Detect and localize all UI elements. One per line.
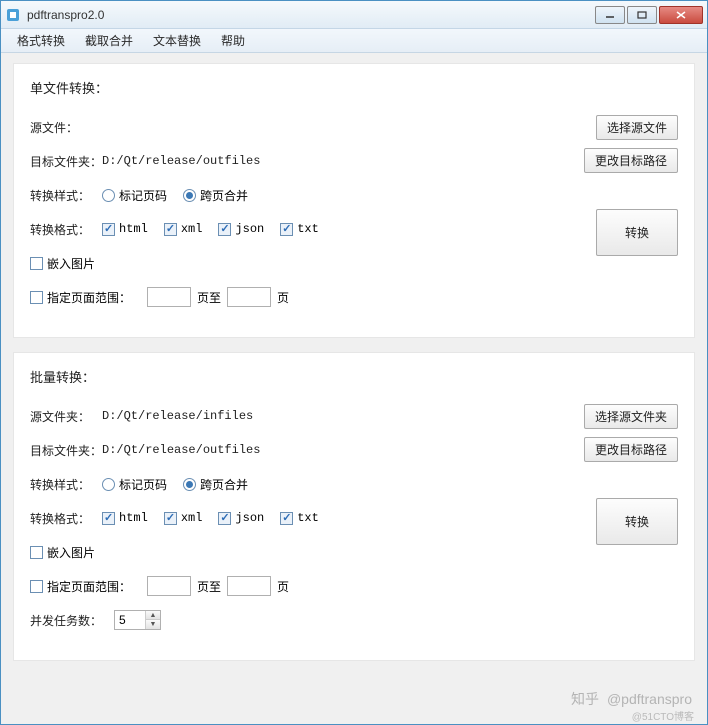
single-range-check[interactable]	[30, 291, 43, 304]
batch-style-group: 标记页码 跨页合并	[102, 476, 258, 493]
single-source-label: 源文件：	[30, 119, 102, 136]
single-format-txt-check[interactable]	[280, 223, 293, 236]
batch-change-target-button[interactable]: 更改目标路径	[584, 437, 678, 462]
single-title: 单文件转换：	[30, 78, 678, 97]
single-style-group: 标记页码 跨页合并	[102, 187, 258, 204]
menu-format-convert[interactable]: 格式转换	[7, 29, 75, 52]
menubar: 格式转换 截取合并 文本替换 帮助	[1, 29, 707, 53]
batch-source-value: D:/Qt/release/infiles	[102, 409, 574, 423]
window-title: pdftranspro2.0	[27, 8, 595, 22]
batch-format-group: html xml json	[102, 511, 329, 525]
single-page-range[interactable]: 指定页面范围：	[30, 289, 131, 306]
minimize-button[interactable]	[595, 6, 625, 24]
close-button[interactable]	[659, 6, 703, 24]
batch-range-to-label: 页至	[197, 578, 221, 595]
single-range-from[interactable]	[147, 287, 191, 307]
single-range-to[interactable]	[227, 287, 271, 307]
batch-format-xml[interactable]: xml	[164, 511, 203, 525]
single-select-source-button[interactable]: 选择源文件	[596, 115, 678, 140]
single-format-xml[interactable]: xml	[164, 222, 203, 236]
batch-title: 批量转换：	[30, 367, 678, 386]
single-panel: 单文件转换： 源文件： 目标文件夹： D:/Qt/release/outfile…	[13, 63, 695, 338]
batch-concurrent-label: 并发任务数：	[30, 612, 114, 629]
single-target-label: 目标文件夹：	[30, 153, 102, 170]
single-format-json[interactable]: json	[218, 222, 264, 236]
single-format-group: html xml json	[102, 222, 329, 236]
concurrent-up-button[interactable]: ▲	[146, 611, 160, 620]
batch-source-label: 源文件夹：	[30, 408, 102, 425]
single-style-radio-1[interactable]	[183, 189, 196, 202]
concurrent-stepper[interactable]: ▲ ▼	[114, 610, 161, 630]
batch-range-to[interactable]	[227, 576, 271, 596]
batch-format-html[interactable]: html	[102, 511, 148, 525]
batch-select-source-button[interactable]: 选择源文件夹	[584, 404, 678, 429]
titlebar: pdftranspro2.0	[1, 1, 707, 29]
single-target-value: D:/Qt/release/outfiles	[102, 154, 574, 168]
batch-panel: 批量转换： 源文件夹： D:/Qt/release/infiles 目标文件夹：…	[13, 352, 695, 661]
batch-range-from[interactable]	[147, 576, 191, 596]
batch-embed-image[interactable]: 嵌入图片	[30, 544, 95, 561]
single-embed-image[interactable]: 嵌入图片	[30, 255, 95, 272]
batch-style-radio-1[interactable]	[183, 478, 196, 491]
batch-target-label: 目标文件夹：	[30, 442, 102, 459]
batch-embed-check[interactable]	[30, 546, 43, 559]
menu-text-replace[interactable]: 文本替换	[143, 29, 211, 52]
batch-format-html-check[interactable]	[102, 512, 115, 525]
single-style-mark-page[interactable]: 标记页码	[102, 187, 167, 204]
single-style-label: 转换样式：	[30, 187, 102, 204]
single-format-html[interactable]: html	[102, 222, 148, 236]
single-format-xml-check[interactable]	[164, 223, 177, 236]
maximize-button[interactable]	[627, 6, 657, 24]
batch-page-range[interactable]: 指定页面范围：	[30, 578, 131, 595]
batch-style-cross-page[interactable]: 跨页合并	[183, 476, 248, 493]
single-style-cross-page[interactable]: 跨页合并	[183, 187, 248, 204]
content-area: 单文件转换： 源文件： 目标文件夹： D:/Qt/release/outfile…	[1, 53, 707, 724]
single-format-txt[interactable]: txt	[280, 222, 319, 236]
batch-format-label: 转换格式：	[30, 510, 102, 527]
batch-convert-button[interactable]: 转换	[596, 498, 678, 545]
single-convert-button[interactable]: 转换	[596, 209, 678, 256]
app-icon	[5, 7, 21, 23]
single-range-end-label: 页	[277, 289, 289, 306]
batch-format-xml-check[interactable]	[164, 512, 177, 525]
menu-help[interactable]: 帮助	[211, 29, 255, 52]
single-format-label: 转换格式：	[30, 221, 102, 238]
single-embed-check[interactable]	[30, 257, 43, 270]
batch-style-radio-0[interactable]	[102, 478, 115, 491]
batch-format-json[interactable]: json	[218, 511, 264, 525]
single-format-json-check[interactable]	[218, 223, 231, 236]
batch-format-txt[interactable]: txt	[280, 511, 319, 525]
batch-format-json-check[interactable]	[218, 512, 231, 525]
single-format-html-check[interactable]	[102, 223, 115, 236]
single-change-target-button[interactable]: 更改目标路径	[584, 148, 678, 173]
batch-range-end-label: 页	[277, 578, 289, 595]
batch-format-txt-check[interactable]	[280, 512, 293, 525]
batch-range-check[interactable]	[30, 580, 43, 593]
batch-target-value: D:/Qt/release/outfiles	[102, 443, 574, 457]
concurrent-down-button[interactable]: ▼	[146, 620, 160, 629]
single-style-radio-0[interactable]	[102, 189, 115, 202]
single-range-to-label: 页至	[197, 289, 221, 306]
batch-style-label: 转换样式：	[30, 476, 102, 493]
window-controls	[595, 6, 703, 24]
concurrent-input[interactable]	[115, 612, 145, 628]
batch-style-mark-page[interactable]: 标记页码	[102, 476, 167, 493]
app-window: pdftranspro2.0 格式转换 截取合并 文本替换 帮助 单文件转换：	[0, 0, 708, 725]
menu-extract-merge[interactable]: 截取合并	[75, 29, 143, 52]
